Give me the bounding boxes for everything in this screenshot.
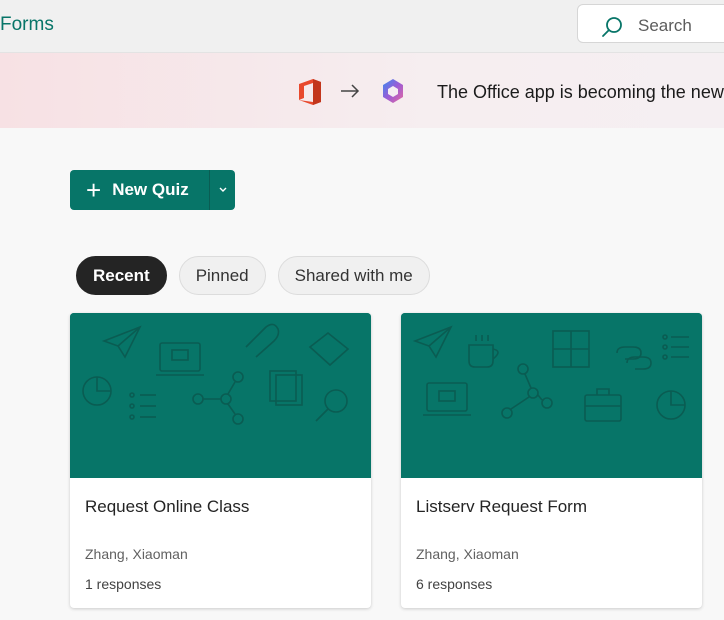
announcement-banner: The Office app is becoming the new: [0, 53, 724, 128]
form-card[interactable]: Listserv Request Form Zhang, Xiaoman 6 r…: [401, 313, 702, 608]
tab-shared-with-me[interactable]: Shared with me: [277, 256, 430, 295]
plus-icon: +: [86, 175, 102, 205]
new-quiz-split-button: + New Quiz: [70, 170, 235, 210]
card-responses: 6 responses: [416, 576, 493, 592]
arrow-right-icon: [341, 84, 360, 98]
new-quiz-label: New Quiz: [112, 180, 189, 199]
new-quiz-dropdown-button[interactable]: [210, 170, 235, 210]
card-responses: 1 responses: [85, 576, 162, 592]
new-quiz-button[interactable]: + New Quiz: [70, 170, 209, 210]
card-thumbnail-pattern: [70, 313, 371, 478]
search-input[interactable]: Search: [638, 16, 692, 36]
microsoft365-logo-icon: [383, 79, 403, 103]
card-owner: Zhang, Xiaoman: [85, 546, 188, 562]
filter-tabs: Recent Pinned Shared with me: [76, 256, 430, 295]
chevron-down-icon: [219, 187, 226, 192]
search-box[interactable]: Search: [577, 4, 724, 43]
card-thumbnail-pattern: [401, 313, 702, 478]
tab-recent[interactable]: Recent: [76, 256, 167, 295]
app-title[interactable]: Forms: [0, 14, 54, 36]
card-title: Request Online Class: [85, 497, 250, 516]
card-title: Listserv Request Form: [416, 497, 587, 516]
tab-pinned[interactable]: Pinned: [178, 256, 266, 295]
form-card[interactable]: Request Online Class Zhang, Xiaoman 1 re…: [70, 313, 371, 608]
top-header: Forms Search: [0, 0, 724, 53]
office-logo-icon: [299, 79, 321, 105]
search-icon: [602, 17, 622, 37]
card-owner: Zhang, Xiaoman: [416, 546, 519, 562]
banner-message: The Office app is becoming the new: [437, 82, 724, 102]
